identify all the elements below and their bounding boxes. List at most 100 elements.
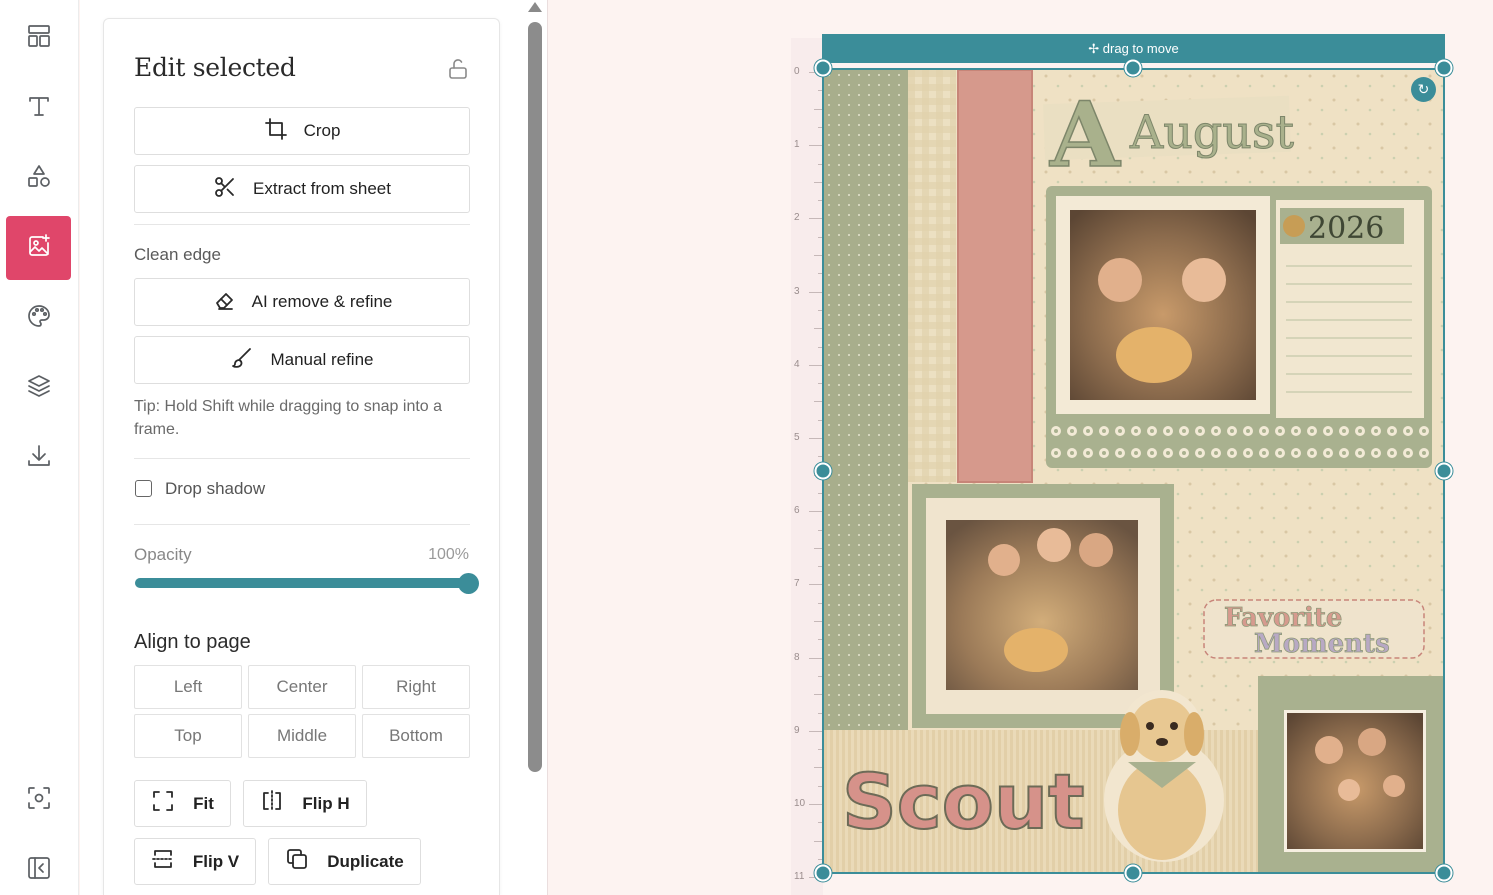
title-august-initial: A xyxy=(1049,82,1121,188)
flip-h-label: Flip H xyxy=(302,793,350,813)
ruler-tick xyxy=(809,364,823,366)
extract-from-sheet-button[interactable]: Extract from sheet xyxy=(134,165,470,213)
fit-label: Fit xyxy=(193,793,214,813)
resize-handle-bottom-left[interactable] xyxy=(814,864,832,882)
divider xyxy=(134,224,470,225)
fit-button[interactable]: Fit xyxy=(134,780,231,827)
download-icon xyxy=(25,442,53,475)
resize-handle-left[interactable] xyxy=(814,462,832,480)
ruler-number: 11 xyxy=(794,871,805,883)
ruler-tick xyxy=(809,291,823,293)
rail-export-button[interactable] xyxy=(6,426,71,490)
ruler-number: 8 xyxy=(794,651,800,663)
edit-selected-panel: Edit selected Crop Extract from sheet Cl… xyxy=(103,18,500,895)
rail-layers-button[interactable] xyxy=(6,356,71,420)
rotate-handle-icon[interactable]: ↻ xyxy=(1411,77,1436,102)
manual-refine-button[interactable]: Manual refine xyxy=(134,336,470,384)
ruler-tick xyxy=(809,730,823,732)
clean-edge-label: Clean edge xyxy=(134,245,221,264)
text-icon xyxy=(25,92,53,125)
ruler-tick xyxy=(809,584,823,586)
align-middle-button[interactable]: Middle xyxy=(248,714,356,758)
ruler-number: 0 xyxy=(794,66,800,77)
rail-photos-button[interactable] xyxy=(6,216,71,280)
drop-shadow-checkbox[interactable] xyxy=(135,480,152,497)
align-bottom-button[interactable]: Bottom xyxy=(362,714,470,758)
ruler-number: 6 xyxy=(794,505,800,517)
ruler-number: 1 xyxy=(794,139,800,151)
manual-refine-label: Manual refine xyxy=(270,350,374,369)
align-to-page-title: Align to page xyxy=(134,631,251,653)
panel-title: Edit selected xyxy=(134,53,296,82)
crop-button[interactable]: Crop xyxy=(134,107,470,155)
ruler-tick xyxy=(809,438,823,439)
pet-name-text: Scout xyxy=(842,757,1084,846)
ai-remove-refine-button[interactable]: AI remove & refine xyxy=(134,278,470,326)
ruler-number: 5 xyxy=(794,432,800,443)
flip-vertical-icon xyxy=(151,847,193,876)
duplicate-label: Duplicate xyxy=(327,851,404,871)
page-title-text: August xyxy=(1129,105,1295,159)
ruler-tick xyxy=(809,511,823,513)
align-top-button[interactable]: Top xyxy=(134,714,242,758)
moments-text: Moments xyxy=(1254,629,1390,659)
scrapbook-page[interactable]: A August 2026 Favorite Moments Scout xyxy=(822,68,1445,874)
rail-shapes-button[interactable] xyxy=(6,146,71,210)
rail-collapse-button[interactable] xyxy=(6,838,71,895)
opacity-slider-thumb[interactable] xyxy=(458,573,479,594)
ruler-number: 3 xyxy=(794,285,800,297)
fit-icon xyxy=(151,789,193,818)
ruler-tick xyxy=(809,804,823,805)
resize-handle-bottom-right[interactable] xyxy=(1435,864,1453,882)
rail-layouts-button[interactable] xyxy=(6,6,71,70)
duplicate-icon xyxy=(285,847,327,876)
ruler-tick xyxy=(809,145,823,147)
divider xyxy=(134,524,470,525)
resize-handle-bottom[interactable] xyxy=(1124,864,1142,882)
scrapbook-artwork: A August 2026 Favorite Moments Scout xyxy=(824,70,1443,872)
align-right-button[interactable]: Right xyxy=(362,665,470,709)
ai-remove-label: AI remove & refine xyxy=(251,292,393,311)
brush-icon xyxy=(230,346,270,375)
opacity-slider[interactable] xyxy=(135,573,479,594)
tool-rail xyxy=(0,0,79,895)
ruler-number: 4 xyxy=(794,358,800,370)
ruler-tick xyxy=(809,657,823,659)
palette-icon xyxy=(25,302,53,335)
scroll-thumb[interactable] xyxy=(528,22,542,772)
align-center-button[interactable]: Center xyxy=(248,665,356,709)
rail-text-button[interactable] xyxy=(6,76,71,140)
scroll-up-arrow-icon[interactable] xyxy=(528,2,542,12)
ruler-tick xyxy=(809,218,823,220)
ruler-number: 10 xyxy=(794,798,806,809)
extract-label: Extract from sheet xyxy=(253,179,391,198)
rail-colors-button[interactable] xyxy=(6,286,71,350)
ruler-number: 2 xyxy=(794,212,800,224)
resize-handle-right[interactable] xyxy=(1435,462,1453,480)
shapes-icon xyxy=(25,162,53,195)
duplicate-button[interactable]: Duplicate xyxy=(268,838,421,885)
resize-handle-top-right[interactable] xyxy=(1435,59,1453,77)
opacity-value: 100% xyxy=(428,546,469,563)
layers-icon xyxy=(25,372,53,405)
drop-shadow-label[interactable]: Drop shadow xyxy=(165,479,265,499)
resize-handle-top-left[interactable] xyxy=(814,59,832,77)
rail-focus-button[interactable] xyxy=(6,768,71,832)
flip-h-button[interactable]: Flip H xyxy=(243,780,367,827)
flip-v-button[interactable]: Flip V xyxy=(134,838,256,885)
scissors-icon xyxy=(213,175,253,204)
align-left-button[interactable]: Left xyxy=(134,665,242,709)
ruler-number: 7 xyxy=(794,578,800,590)
unlock-icon[interactable] xyxy=(446,57,470,81)
collapse-panel-icon xyxy=(25,854,53,887)
eraser-icon xyxy=(212,288,252,317)
flip-v-label: Flip V xyxy=(192,851,240,871)
focus-icon xyxy=(25,784,53,817)
tip-text: Tip: Hold Shift while dragging to snap i… xyxy=(134,398,443,438)
layout-icon xyxy=(25,22,53,55)
opacity-slider-fill xyxy=(135,578,468,588)
flip-horizontal-icon xyxy=(260,789,302,818)
resize-handle-top[interactable] xyxy=(1124,59,1142,77)
divider xyxy=(134,458,470,459)
image-add-icon xyxy=(25,232,53,265)
